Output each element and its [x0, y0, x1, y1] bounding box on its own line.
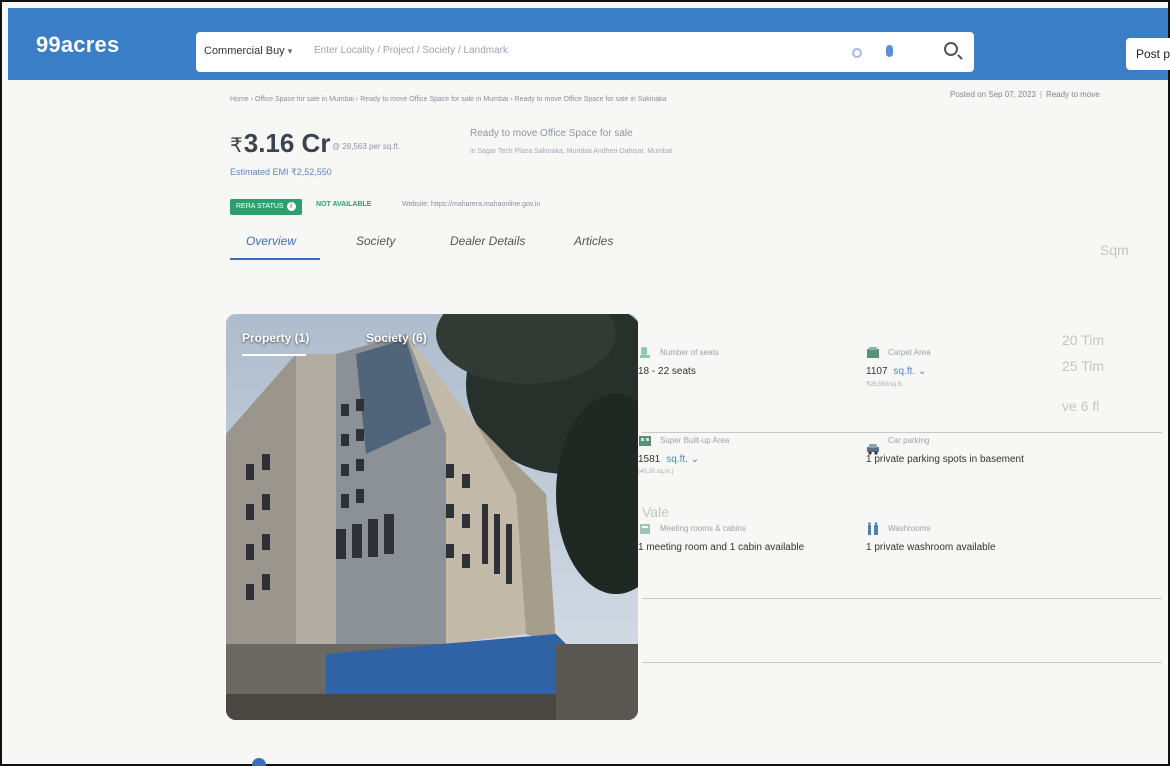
building-image: [226, 314, 638, 720]
photo-tab-property[interactable]: Property (1): [242, 331, 309, 345]
listing-tabs: Overview Society Dealer Details Articles: [230, 234, 650, 264]
chevron-down-icon: ⌄: [690, 454, 700, 465]
ghost-rule: [642, 598, 1162, 599]
ghost-text: 25 Tim: [1062, 358, 1105, 374]
detail-value: 1 private washroom available: [866, 542, 996, 553]
detail-value: 1581 sq.ft. ⌄: [638, 454, 699, 465]
detail-label: Car parking: [888, 436, 930, 445]
listing-title: Ready to move Office Space for sale: [470, 128, 633, 139]
breadcrumb[interactable]: Home › Office Space for sale in Mumbai ›…: [230, 96, 667, 103]
category-dropdown[interactable]: Commercial Buy ▾: [204, 45, 292, 57]
possession-status: Ready to move: [1045, 90, 1100, 99]
search-input[interactable]: Enter Locality / Project / Society / Lan…: [314, 45, 508, 56]
washroom-icon: [866, 522, 880, 536]
category-label: Commercial Buy: [204, 45, 285, 57]
location-icon[interactable]: [852, 48, 862, 58]
top-navbar: 99acres Commercial Buy ▾ Enter Locality /…: [8, 8, 1170, 80]
screenshot-frame: Sqm 20 Tim 25 Tim ve 6 fl Vale 99acres C…: [0, 0, 1170, 766]
unit-dropdown[interactable]: sq.ft. ⌄: [894, 366, 927, 377]
ghost-text: ve 6 fl: [1062, 398, 1100, 414]
rera-status-badge[interactable]: RERA STATUS i: [230, 199, 302, 215]
detail-value: 1 meeting room and 1 cabin available: [638, 542, 805, 553]
search-bar[interactable]: Commercial Buy ▾ Enter Locality / Project…: [196, 32, 974, 72]
price-per-sqft: @ 28,563 per sq.ft.: [332, 142, 401, 151]
ghost-text: 20 Tim: [1062, 332, 1105, 348]
photo-tab-society[interactable]: Society (6): [366, 331, 427, 345]
separator: |: [1039, 90, 1042, 99]
price-value: 3.16 Cr: [243, 128, 331, 158]
active-photo-tab-indicator: [242, 354, 306, 356]
detail-value: 1107 sq.ft. ⌄: [866, 366, 926, 377]
emi-link[interactable]: Estimated EMI ₹2,52,550: [230, 167, 332, 178]
chevron-down-icon: ▾: [287, 46, 293, 56]
rupee-symbol: ₹: [230, 135, 243, 157]
unit-label: sq.ft.: [893, 366, 916, 377]
microphone-icon[interactable]: [886, 45, 893, 57]
ghost-rule: [642, 432, 1162, 433]
detail-note: (40.30 sq.m.): [638, 469, 674, 475]
tab-dealer-details[interactable]: Dealer Details: [450, 234, 525, 248]
listing-price: ₹3.16 Cr: [230, 128, 330, 159]
meeting-room-icon: [638, 522, 652, 536]
detail-label: Meeting rooms & cabins: [660, 524, 746, 533]
unit-dropdown[interactable]: sq.ft. ⌄: [666, 454, 699, 465]
unit-label: sq.ft.: [666, 454, 688, 465]
detail-label: Super Built-up Area: [660, 436, 730, 445]
detail-value: 1 private parking spots in basement: [866, 454, 1024, 465]
active-tab-indicator: [230, 258, 320, 260]
listing-location: in Sagar Tech Plaza Sakinaka, Mumbai And…: [470, 148, 673, 155]
building-area-icon: [638, 434, 652, 448]
posted-info: Posted on Sep 07, 2023 | Ready to move: [950, 90, 1100, 99]
ghost-text: Vale: [642, 504, 669, 520]
detail-value: 18 - 22 seats: [638, 366, 696, 377]
search-icon[interactable]: [944, 42, 958, 56]
area-value: 1581: [638, 454, 661, 465]
tab-overview[interactable]: Overview: [246, 234, 296, 248]
detail-label: Carpet Area: [888, 348, 931, 357]
rera-label: RERA STATUS: [236, 203, 284, 210]
tab-society[interactable]: Society: [356, 234, 395, 248]
ghost-rule: [642, 662, 1162, 663]
area-value: 1107: [866, 366, 888, 377]
ghost-text: Sqm: [1100, 242, 1129, 258]
tab-articles[interactable]: Articles: [574, 234, 613, 248]
site-logo[interactable]: 99acres: [36, 32, 119, 58]
rera-status-value: NOT AVAILABLE: [316, 201, 372, 208]
info-icon[interactable]: i: [286, 202, 296, 211]
chat-bubble-icon[interactable]: [252, 758, 266, 766]
property-photo[interactable]: Property (1) Society (6): [226, 314, 638, 720]
detail-note: ₹28,563/sq.ft.: [866, 382, 903, 388]
detail-label: Washrooms: [888, 524, 931, 533]
seat-icon: [638, 346, 652, 360]
post-property-button[interactable]: Post pro: [1126, 38, 1170, 70]
chevron-down-icon: ⌄: [917, 366, 927, 377]
rera-website[interactable]: Website: https://maharera.mahaonline.gov…: [402, 201, 540, 208]
detail-label: Number of seats: [660, 348, 719, 357]
carpet-area-icon: [866, 346, 880, 360]
posted-date: Posted on Sep 07, 2023: [950, 90, 1036, 99]
